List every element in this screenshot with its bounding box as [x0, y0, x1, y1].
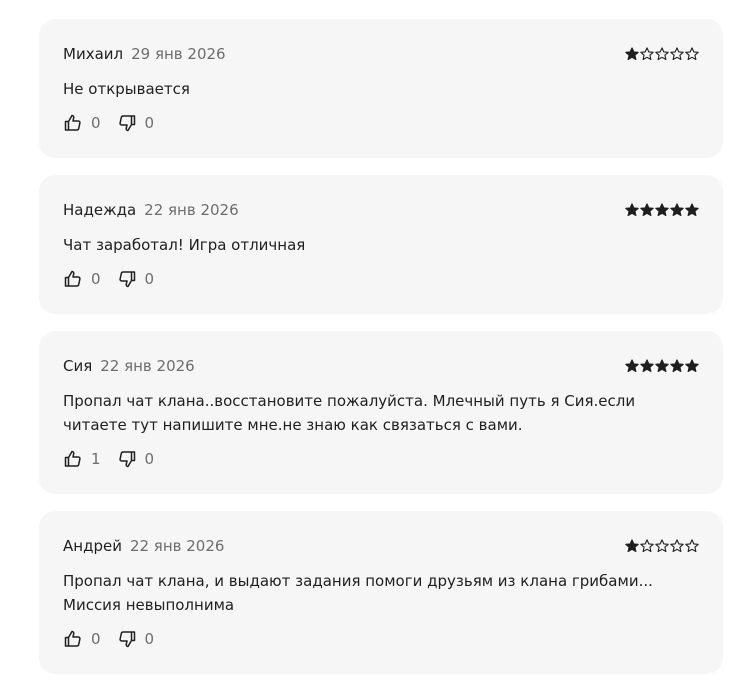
- star-filled-icon: [670, 203, 684, 217]
- review-author: Надежда: [63, 201, 137, 219]
- star-outline-icon: [655, 539, 669, 553]
- star-outline-icon: [640, 47, 654, 61]
- dislike-count: 0: [144, 270, 155, 288]
- thumbs-up-icon: [64, 114, 81, 131]
- like-count: 0: [91, 270, 101, 288]
- dislike-count: 0: [144, 450, 155, 468]
- rating-stars: [625, 203, 699, 217]
- like-button[interactable]: 1: [63, 449, 101, 469]
- star-filled-icon: [625, 47, 639, 61]
- review-card: Надежда 22 янв 2026 Чат заработал! Игра …: [39, 175, 723, 314]
- star-outline-icon: [670, 539, 684, 553]
- like-count: 0: [91, 114, 101, 132]
- review-date: 22 янв 2026: [144, 201, 239, 219]
- review-text: Чат заработал! Игра отличная: [63, 236, 306, 254]
- star-outline-icon: [685, 539, 699, 553]
- like-button[interactable]: 0: [63, 629, 101, 649]
- thumbs-down-icon: [118, 631, 135, 648]
- star-filled-icon: [640, 203, 654, 217]
- review-text: Пропал чат клана, и выдают задания помог…: [63, 572, 653, 614]
- review-card: Михаил 29 янв 2026 Не открывается 0 0: [39, 19, 723, 158]
- review-author: Андрей: [63, 537, 122, 555]
- review-votes: 0 0: [63, 269, 170, 289]
- star-filled-icon: [625, 539, 639, 553]
- review-text: Не открывается: [63, 80, 190, 98]
- review-votes: 1 0: [63, 449, 170, 469]
- review-text: Пропал чат клана..восстановите пожалуйст…: [63, 392, 636, 434]
- dislike-button[interactable]: 0: [117, 449, 155, 469]
- star-filled-icon: [625, 359, 639, 373]
- star-outline-icon: [670, 47, 684, 61]
- thumbs-down-icon: [118, 115, 135, 132]
- star-filled-icon: [685, 359, 699, 373]
- star-filled-icon: [625, 203, 639, 217]
- review-header: Михаил 29 янв 2026: [63, 45, 226, 65]
- like-count: 1: [91, 450, 101, 468]
- thumbs-up-icon: [64, 270, 81, 287]
- thumbs-down-icon: [118, 451, 135, 468]
- star-filled-icon: [655, 203, 669, 217]
- dislike-button[interactable]: 0: [117, 629, 155, 649]
- dislike-count: 0: [144, 630, 155, 648]
- review-date: 22 янв 2026: [129, 537, 225, 555]
- review-header: Надежда 22 янв 2026: [63, 201, 239, 221]
- like-count: 0: [91, 630, 101, 648]
- review-author: Михаил: [63, 45, 124, 63]
- review-card: Андрей 22 янв 2026 Пропал чат клана, и в…: [39, 511, 723, 674]
- review-author: Сия: [63, 357, 93, 375]
- thumbs-down-icon: [118, 271, 135, 288]
- review-votes: 0 0: [63, 629, 170, 649]
- star-outline-icon: [655, 47, 669, 61]
- review-votes: 0 0: [63, 113, 170, 133]
- review-header: Андрей 22 янв 2026: [63, 537, 224, 557]
- dislike-button[interactable]: 0: [117, 113, 155, 133]
- like-button[interactable]: 0: [63, 269, 101, 289]
- reviews-list: Михаил 29 янв 2026 Не открывается 0 0 На…: [0, 0, 755, 682]
- star-outline-icon: [685, 47, 699, 61]
- star-filled-icon: [685, 203, 699, 217]
- rating-stars: [625, 539, 699, 553]
- review-date: 29 янв 2026: [131, 45, 226, 63]
- review-date: 22 янв 2026: [100, 357, 195, 375]
- star-filled-icon: [640, 359, 654, 373]
- thumbs-up-icon: [64, 630, 81, 647]
- rating-stars: [625, 47, 699, 61]
- rating-stars: [625, 359, 699, 373]
- review-card: Сия 22 янв 2026 Пропал чат клана..восста…: [39, 331, 723, 494]
- dislike-count: 0: [144, 114, 155, 132]
- star-outline-icon: [640, 539, 654, 553]
- like-button[interactable]: 0: [63, 113, 101, 133]
- thumbs-up-icon: [64, 450, 81, 467]
- review-header: Сия 22 янв 2026: [63, 357, 195, 377]
- dislike-button[interactable]: 0: [117, 269, 155, 289]
- star-filled-icon: [670, 359, 684, 373]
- star-filled-icon: [655, 359, 669, 373]
